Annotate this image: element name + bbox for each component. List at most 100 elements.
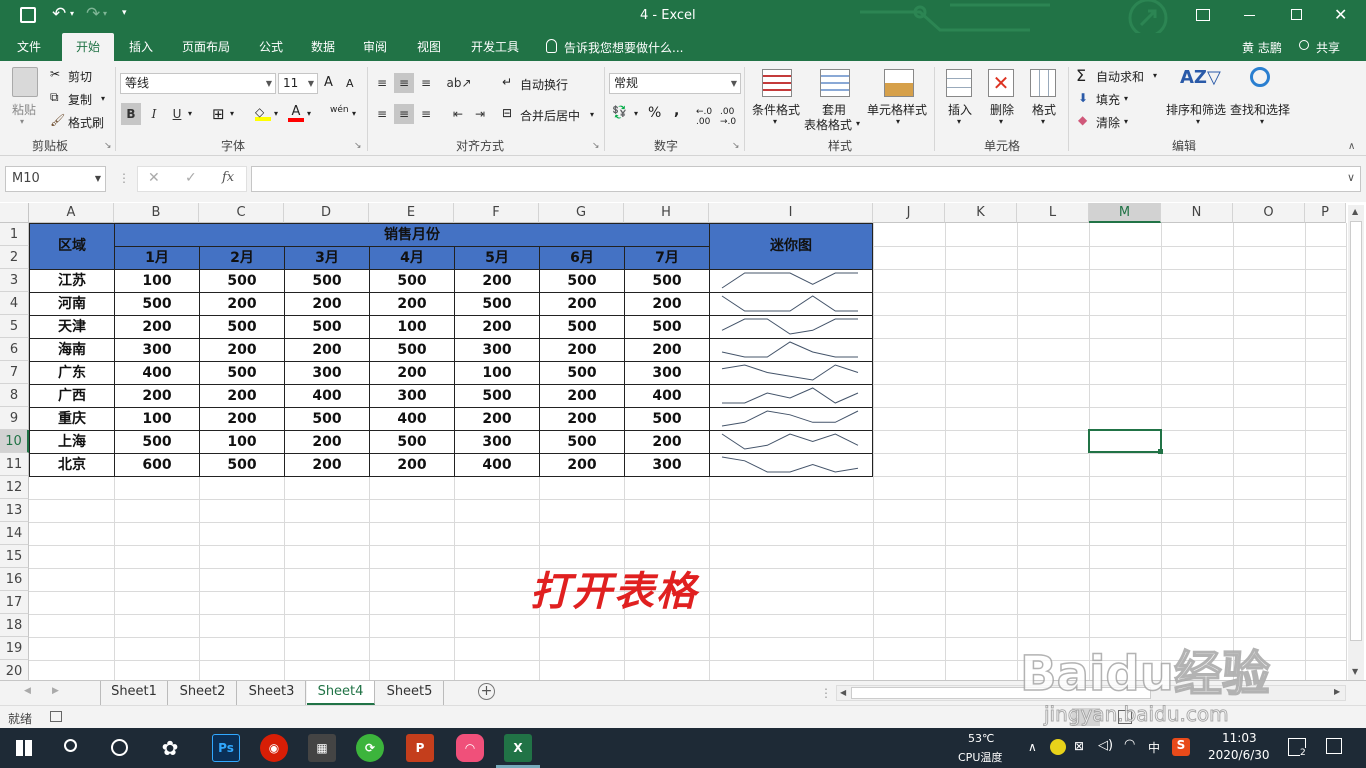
borders-icon[interactable]: ⊞: [212, 105, 225, 123]
scroll-left-icon[interactable]: ◀: [840, 688, 846, 697]
enter-icon[interactable]: ✓: [185, 170, 197, 186]
browser-icon[interactable]: ⟳: [356, 734, 384, 762]
format-as-table-line2[interactable]: 表格格式: [804, 116, 852, 133]
number-format-select[interactable]: 常规 ▼: [609, 73, 741, 94]
tab-split-handle[interactable]: ⋮: [820, 686, 832, 700]
page-layout-view-icon[interactable]: [1118, 710, 1132, 724]
cortana-icon[interactable]: [111, 739, 128, 756]
fill-color-icon[interactable]: ◇: [255, 105, 271, 121]
sogou-icon[interactable]: S: [1172, 738, 1190, 756]
align-center-button[interactable]: ≡: [394, 104, 414, 124]
phonetic-dropdown-icon[interactable]: ▾: [352, 109, 356, 118]
minimize-icon[interactable]: [1244, 15, 1255, 16]
scroll-right-icon[interactable]: ▶: [1334, 687, 1340, 696]
windows-start-icon[interactable]: [16, 740, 32, 756]
autosum-button[interactable]: 自动求和: [1096, 68, 1144, 85]
netease-music-icon[interactable]: ◉: [260, 734, 288, 762]
clipboard-launcher-icon[interactable]: ↘: [104, 141, 112, 151]
borders-dropdown-icon[interactable]: ▾: [230, 109, 234, 118]
macro-record-icon[interactable]: [50, 711, 62, 722]
align-left-button[interactable]: ≡: [372, 104, 392, 124]
undo-dropdown-icon[interactable]: ▾: [70, 9, 74, 18]
scroll-up-icon[interactable]: ▲: [1352, 207, 1358, 216]
font-color-dropdown-icon[interactable]: ▾: [307, 109, 311, 118]
photoshop-icon[interactable]: Ps: [212, 734, 240, 762]
increase-decimal-button[interactable]: ←.0.00: [696, 107, 712, 127]
sort-filter-button[interactable]: 排序和筛选: [1166, 101, 1226, 118]
bold-button[interactable]: B: [121, 103, 141, 125]
number-launcher-icon[interactable]: ↘: [732, 141, 740, 151]
tab-developer[interactable]: 开发工具: [462, 33, 528, 61]
comma-button[interactable]: ,: [674, 103, 679, 119]
tab-home[interactable]: 开始: [62, 33, 114, 61]
tell-me-input[interactable]: 告诉我您想要做什么...: [564, 39, 683, 56]
scroll-thumb[interactable]: [1350, 221, 1362, 641]
orientation-button[interactable]: ab↗: [446, 73, 471, 93]
align-bottom-button[interactable]: ≡: [416, 73, 436, 93]
cancel-icon[interactable]: ✕: [148, 170, 160, 186]
formula-input[interactable]: ∨: [251, 166, 1361, 192]
tray-device-icon[interactable]: ⊠: [1074, 739, 1084, 753]
close-icon[interactable]: ✕: [1334, 5, 1347, 24]
fill-color-dropdown-icon[interactable]: ▾: [274, 109, 278, 118]
add-sheet-icon[interactable]: +: [478, 683, 495, 700]
currency-dropdown-icon[interactable]: ▾: [634, 109, 638, 118]
tab-view[interactable]: 视图: [408, 33, 450, 61]
format-dropdown-icon[interactable]: ▾: [1041, 117, 1045, 126]
tab-page-layout[interactable]: 页面布局: [172, 33, 240, 61]
paste-icon[interactable]: [12, 67, 38, 97]
sort-dropdown-icon[interactable]: ▾: [1196, 117, 1200, 126]
font-launcher-icon[interactable]: ↘: [354, 141, 362, 151]
redo-icon[interactable]: ↷: [86, 4, 100, 24]
alignment-launcher-icon[interactable]: ↘: [592, 141, 600, 151]
autosum-dropdown-icon[interactable]: ▾: [1153, 71, 1157, 80]
merge-center-button[interactable]: 合并后居中: [520, 107, 580, 124]
conditional-format-button[interactable]: 条件格式: [752, 101, 800, 118]
tab-data[interactable]: 数据: [302, 33, 344, 61]
format-as-table-icon[interactable]: [820, 69, 850, 97]
align-top-button[interactable]: ≡: [372, 73, 392, 93]
sheet-tab-sheet3[interactable]: Sheet3: [238, 681, 306, 705]
font-name-select[interactable]: 等线 ▼: [120, 73, 276, 94]
conditional-format-icon[interactable]: [762, 69, 792, 97]
cell-styles-button[interactable]: 单元格样式: [867, 101, 927, 118]
tray-expand-icon[interactable]: ∧: [1028, 740, 1037, 754]
format-cells-icon[interactable]: [1030, 69, 1056, 97]
undo-icon[interactable]: ↶: [52, 4, 66, 24]
fill-button[interactable]: 填充: [1096, 91, 1120, 108]
format-as-table-dropdown-icon[interactable]: ▾: [856, 119, 860, 128]
grow-font-button[interactable]: A: [324, 75, 333, 90]
tab-formulas[interactable]: 公式: [250, 33, 292, 61]
delete-dropdown-icon[interactable]: ▾: [999, 117, 1003, 126]
horizontal-scrollbar[interactable]: ◀: [836, 685, 1346, 701]
phonetic-button[interactable]: wén: [330, 105, 349, 115]
ime-indicator[interactable]: 中: [1148, 739, 1160, 756]
name-box[interactable]: M10 ▼: [5, 166, 106, 192]
underline-button[interactable]: U: [167, 103, 187, 125]
conditional-format-dropdown-icon[interactable]: ▾: [773, 117, 777, 126]
selected-cell-m10[interactable]: [1088, 429, 1162, 453]
tab-file[interactable]: 文件: [8, 33, 50, 61]
normal-view-icon[interactable]: [1072, 708, 1100, 726]
volume-icon[interactable]: ◁): [1098, 738, 1113, 753]
tab-insert[interactable]: 插入: [120, 33, 162, 61]
merge-dropdown-icon[interactable]: ▾: [590, 110, 594, 119]
increase-indent-button[interactable]: ⇥: [470, 104, 490, 124]
wrap-text-button[interactable]: 自动换行: [520, 76, 568, 93]
share-icon[interactable]: [1299, 40, 1309, 50]
delete-cells-icon[interactable]: ✕: [988, 69, 1014, 97]
format-painter-button[interactable]: 格式刷: [68, 114, 104, 131]
ribbon-display-options-icon[interactable]: [1196, 9, 1210, 21]
meitu-icon[interactable]: ◠: [456, 734, 484, 762]
currency-icon[interactable]: 💱: [612, 105, 627, 119]
insert-cells-button[interactable]: 插入: [948, 101, 972, 118]
clock-date[interactable]: 2020/6/30: [1208, 748, 1270, 762]
fill-dropdown-icon[interactable]: ▾: [1124, 94, 1128, 103]
clear-dropdown-icon[interactable]: ▾: [1124, 117, 1128, 126]
scroll-down-icon[interactable]: ▼: [1352, 667, 1358, 676]
h-scroll-thumb[interactable]: [851, 687, 1151, 699]
powerpoint-icon[interactable]: P: [406, 734, 434, 762]
find-dropdown-icon[interactable]: ▾: [1260, 117, 1264, 126]
copy-dropdown-icon[interactable]: ▾: [101, 94, 105, 103]
save-icon[interactable]: [20, 7, 36, 23]
